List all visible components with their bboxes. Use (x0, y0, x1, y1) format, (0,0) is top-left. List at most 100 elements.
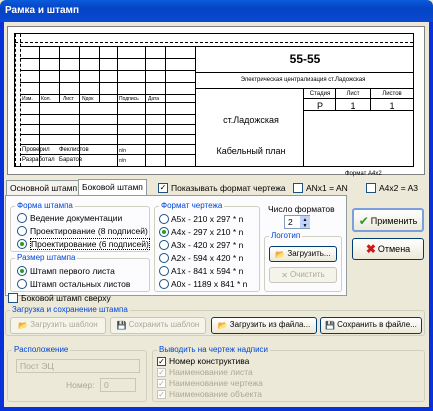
stamp-size-group: Размер штампа Штамп первого листа Штамп … (10, 253, 150, 292)
sign-mark-0: п/п (119, 148, 126, 154)
stamp-form-option-1[interactable]: Проектирование (8 подписей) (30, 226, 148, 236)
output-label-3: Наименование объекта (169, 389, 262, 399)
col-header-2: Лист (63, 96, 74, 102)
format-option-5[interactable]: А0х - 1189 х 841 * n (171, 279, 247, 289)
stamp-form-radio-0[interactable] (17, 213, 27, 223)
number-input[interactable]: 0 (100, 378, 136, 392)
anx1-checkbox[interactable] (293, 183, 303, 193)
side-stamp-top-checkbox[interactable] (8, 293, 18, 303)
sheet-value: 1 (350, 101, 356, 111)
tab-panel: Форма штампа Ведение документации Проект… (5, 195, 347, 296)
col-header-3: Nдок (82, 96, 94, 102)
sign-name-1: Баратов (59, 157, 83, 163)
folder-icon: 📂 (217, 321, 228, 330)
load-template-button[interactable]: 📂 Загрузить шаблон (10, 317, 106, 334)
format-option-4[interactable]: А1х - 841 х 594 * n (171, 266, 243, 276)
stage-value: Р (316, 101, 323, 111)
save-file-label: Сохранить в файле... (337, 320, 417, 329)
save-file-button[interactable]: 💾 Сохранить в файле... (320, 317, 422, 334)
output-group: Выводить на чертеж надписи ✓ Номер конст… (152, 345, 425, 402)
format-option-0[interactable]: А5х - 210 х 297 * n (171, 214, 243, 224)
load-file-button[interactable]: 📂 Загрузить из файла... (211, 317, 317, 334)
post-select[interactable]: Пост ЭЦ (16, 359, 140, 373)
sign-mark-1: п/п (119, 158, 126, 164)
cancel-label: Отмена (377, 244, 411, 254)
drawing-format-group: Формат чертежа А5х - 210 х 297 * n А4х -… (154, 201, 260, 292)
logo-load-button[interactable]: 📂 Загрузить... (269, 246, 337, 262)
format-count-title: Число форматов (268, 204, 335, 214)
folder-icon: 📂 (275, 250, 286, 259)
col-header-0: Изм. (22, 96, 33, 102)
format-radio-1[interactable] (159, 227, 169, 237)
logo-load-label: Загрузить... (287, 249, 331, 258)
preview-format-label: Формат А4х2 (345, 171, 382, 177)
show-format-checkbox[interactable]: ✓ (158, 183, 168, 193)
output-label-2: Наименование чертежа (169, 378, 263, 388)
format-count-down[interactable]: ▼ (300, 222, 310, 229)
sign-name-0: Феклистов (59, 147, 89, 153)
output-checkbox-2[interactable]: ✓ (157, 379, 166, 388)
window-frame-right (429, 22, 433, 411)
stamp-preview: Изм. Кол. Лист Nдок Подпись Дата Провери… (7, 26, 425, 177)
format-radio-5[interactable] (159, 279, 169, 289)
window-frame-left (0, 22, 4, 411)
logo-group: Логотип 📂 Загрузить... ✕ Очистить (264, 231, 342, 292)
stamp-size-title: Размер штампа (15, 253, 78, 263)
col-header-4: Подпись (119, 96, 139, 102)
stamp-form-option-2[interactable]: Проектирование (6 подписей) (30, 238, 150, 250)
tab-main-stamp[interactable]: Основной штамп (6, 180, 82, 195)
sign-role-1: Разработал (22, 157, 55, 163)
cross-icon: ✖ (365, 242, 376, 256)
clear-icon: ✕ (281, 271, 288, 280)
logo-clear-button[interactable]: ✕ Очистить (269, 267, 337, 283)
format-radio-3[interactable] (159, 253, 169, 263)
sheets-value: 1 (389, 101, 395, 111)
stamp-form-option-0[interactable]: Ведение документации (30, 213, 122, 223)
load-template-label: Загрузить шаблон (30, 320, 98, 329)
apply-label: Применить (370, 216, 418, 226)
stamp-form-radio-1[interactable] (17, 226, 27, 236)
output-checkbox-1[interactable]: ✓ (157, 368, 166, 377)
format-radio-0[interactable] (159, 214, 169, 224)
cancel-button[interactable]: ✖ Отмена (352, 238, 424, 260)
format-option-3[interactable]: А2х - 594 х 420 * n (171, 253, 243, 263)
output-checkbox-3[interactable]: ✓ (157, 390, 166, 399)
output-title: Выводить на чертеж надписи (157, 345, 271, 355)
window-title: Рамка и штамп (5, 5, 79, 16)
window-title-bar: Рамка и штамп (0, 0, 433, 22)
format-radio-4[interactable] (159, 266, 169, 276)
apply-button[interactable]: ✔ Применить (352, 208, 424, 232)
stamp-size-option-1[interactable]: Штамп остальных листов (30, 279, 130, 289)
a4x2-label: A4x2 = A3 (379, 183, 418, 193)
drawing-format-title: Формат чертежа (159, 201, 225, 211)
save-template-button[interactable]: 💾 Сохранить шаблон (110, 317, 206, 334)
preview-subtitle: Электрическая централизация ст.Ладожская (240, 77, 366, 83)
format-radio-2[interactable] (159, 240, 169, 250)
folder-icon: 📂 (18, 321, 29, 330)
anx1-label: ANx1 = AN (306, 183, 348, 193)
output-label-0: Номер конструктива (169, 356, 250, 366)
a4x2-checkbox[interactable] (366, 183, 376, 193)
format-option-2[interactable]: А3х - 420 х 297 * n (171, 240, 243, 250)
col-header-5: Дата (148, 96, 160, 102)
number-label: Номер: (66, 380, 95, 390)
check-icon: ✔ (358, 214, 369, 228)
sign-role-0: Проверил (22, 147, 50, 153)
floppy-icon: 💾 (325, 321, 336, 330)
logo-title: Логотип (269, 231, 303, 241)
sheets-header: Листов (382, 91, 402, 97)
stamp-size-radio-1[interactable] (17, 279, 27, 289)
tab-side-stamp[interactable]: Боковой штамп (78, 179, 147, 195)
sheet-header: Лист (346, 91, 360, 97)
stamp-form-radio-2[interactable] (17, 239, 27, 249)
load-file-label: Загрузить из файла... (229, 320, 311, 329)
preview-designation: 55-55 (289, 52, 321, 66)
stamp-size-option-0[interactable]: Штамп первого листа (30, 266, 115, 276)
stamp-size-radio-0[interactable] (17, 266, 27, 276)
col-header-1: Кол. (41, 96, 51, 102)
logo-clear-label: Очистить (289, 270, 325, 279)
format-option-1[interactable]: А4х - 297 х 210 * n (171, 227, 243, 237)
load-save-group: Загрузка и сохранение штампа 📂 Загрузить … (5, 305, 425, 336)
stage-header: Стадия (309, 91, 331, 97)
output-checkbox-0[interactable]: ✓ (157, 357, 166, 366)
